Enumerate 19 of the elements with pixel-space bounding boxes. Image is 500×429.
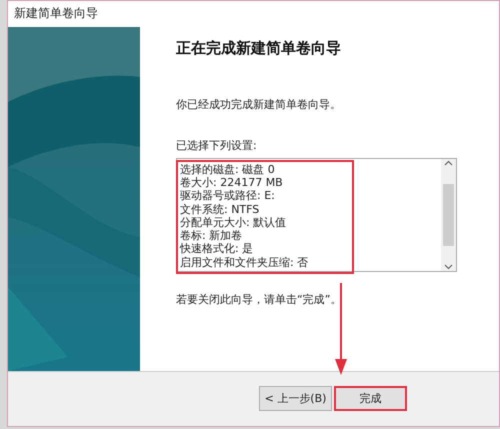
- setting-line: 卷大小: 224177 MB: [180, 176, 284, 190]
- back-button[interactable]: < 上一步(B): [259, 386, 332, 412]
- setting-line: 启用文件和文件夹压缩: 否: [180, 256, 310, 270]
- setting-line: 选择的磁盘: 磁盘 0: [180, 162, 276, 176]
- settings-label: 已选择下列设置:: [176, 138, 258, 153]
- scroll-down-icon[interactable]: [444, 262, 453, 271]
- closing-text: 若要关闭此向导，请单击“完成”。: [176, 292, 342, 307]
- intro-text: 你已经成功完成新建简单卷向导。: [176, 96, 342, 112]
- window-title: 新建简单卷向导: [13, 5, 99, 22]
- settings-list[interactable]: 选择的磁盘: 磁盘 0 卷大小: 224177 MB 驱动器号或路径: E: 文件系统: NTFS 分配单元大小: 默认值 卷标: 新加卷 快速格式化: 是 启用文件和文件夹压缩: 否: [176, 158, 457, 272]
- scroll-up-icon[interactable]: [444, 158, 453, 168]
- setting-line: 快速格式化: 是: [180, 242, 254, 256]
- scrollbar[interactable]: [441, 158, 456, 271]
- setting-line: 分配单元大小: 默认值: [180, 216, 288, 230]
- setting-line: 文件系统: NTFS: [180, 202, 260, 216]
- finish-button[interactable]: 完成: [334, 386, 407, 412]
- setting-line: 卷标: 新加卷: [180, 229, 244, 242]
- setting-line: 驱动器号或路径: E:: [180, 189, 276, 203]
- wizard-heading: 正在完成新建简单卷向导: [176, 38, 342, 58]
